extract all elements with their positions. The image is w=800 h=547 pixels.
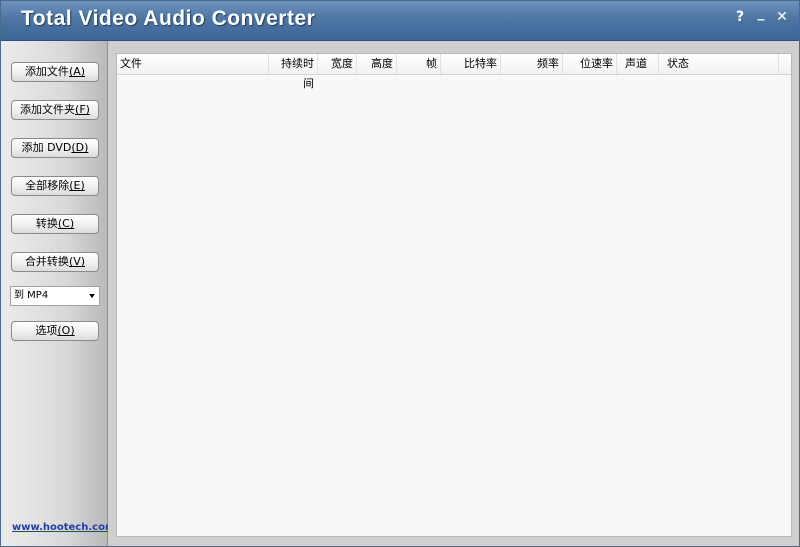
list-header: 文件 持续时间 宽度 高度 帧 比特率 频率 位速率 声道 状态 — [117, 54, 791, 90]
add-file-button[interactable]: 添加文件(A) — [11, 62, 99, 82]
column-header-frames[interactable]: 帧 — [397, 54, 441, 74]
website-link[interactable]: www.hootech.com — [12, 522, 115, 533]
minimize-button[interactable]: _ — [753, 5, 769, 21]
column-header-frequency[interactable]: 频率 — [501, 54, 563, 74]
sidebar: 添加文件(A) 添加文件夹(F) 添加 DVD(D) 全部移除(E) 转换(C)… — [1, 41, 115, 546]
merge-convert-hotkey: (V) — [68, 255, 86, 268]
output-format-select[interactable]: 到 MP4 — [10, 286, 100, 306]
add-dvd-label: 添加 DVD — [21, 141, 72, 154]
column-header-bitrate[interactable]: 比特率 — [441, 54, 501, 74]
column-header-duration[interactable]: 持续时间 — [269, 54, 318, 90]
convert-hotkey: (C) — [57, 217, 75, 230]
merge-convert-label: 合并转换 — [24, 255, 69, 268]
remove-all-label: 全部移除 — [25, 179, 70, 192]
remove-all-button[interactable]: 全部移除(E) — [11, 176, 99, 196]
output-format-value: 到 MP4 — [14, 290, 49, 301]
add-folder-hotkey: (F) — [75, 103, 90, 116]
title-bar[interactable]: Total Video Audio Converter ? _ ✕ — [1, 1, 799, 41]
add-dvd-hotkey: (D) — [71, 141, 89, 154]
main-content: 文件 持续时间 宽度 高度 帧 比特率 频率 位速率 声道 状态 — [108, 41, 799, 546]
file-list[interactable]: 文件 持续时间 宽度 高度 帧 比特率 频率 位速率 声道 状态 — [116, 53, 792, 537]
help-button[interactable]: ? — [732, 9, 748, 25]
close-button[interactable]: ✕ — [774, 9, 790, 25]
app-title: Total Video Audio Converter — [21, 7, 316, 30]
add-file-label: 添加文件 — [24, 65, 69, 78]
options-hotkey: (O) — [57, 324, 75, 337]
column-header-height[interactable]: 高度 — [357, 54, 397, 74]
column-header-filler — [779, 54, 791, 74]
remove-all-hotkey: (E) — [69, 179, 85, 192]
app-window: Total Video Audio Converter ? _ ✕ 添加文件(A… — [0, 0, 800, 547]
column-header-width[interactable]: 宽度 — [318, 54, 357, 74]
options-label: 选项 — [35, 324, 58, 337]
merge-convert-button[interactable]: 合并转换(V) — [11, 252, 99, 272]
dropdown-arrow-icon — [89, 294, 95, 298]
column-header-channels[interactable]: 声道 — [617, 54, 659, 74]
options-button[interactable]: 选项(O) — [11, 321, 99, 341]
column-header-status[interactable]: 状态 — [659, 54, 779, 74]
convert-button[interactable]: 转换(C) — [11, 214, 99, 234]
convert-label: 转换 — [35, 217, 58, 230]
add-folder-button[interactable]: 添加文件夹(F) — [11, 100, 99, 120]
column-header-file[interactable]: 文件 — [117, 54, 269, 74]
add-folder-label: 添加文件夹 — [20, 103, 76, 116]
add-dvd-button[interactable]: 添加 DVD(D) — [11, 138, 99, 158]
column-header-bit-rate[interactable]: 位速率 — [563, 54, 617, 74]
add-file-hotkey: (A) — [68, 65, 86, 78]
